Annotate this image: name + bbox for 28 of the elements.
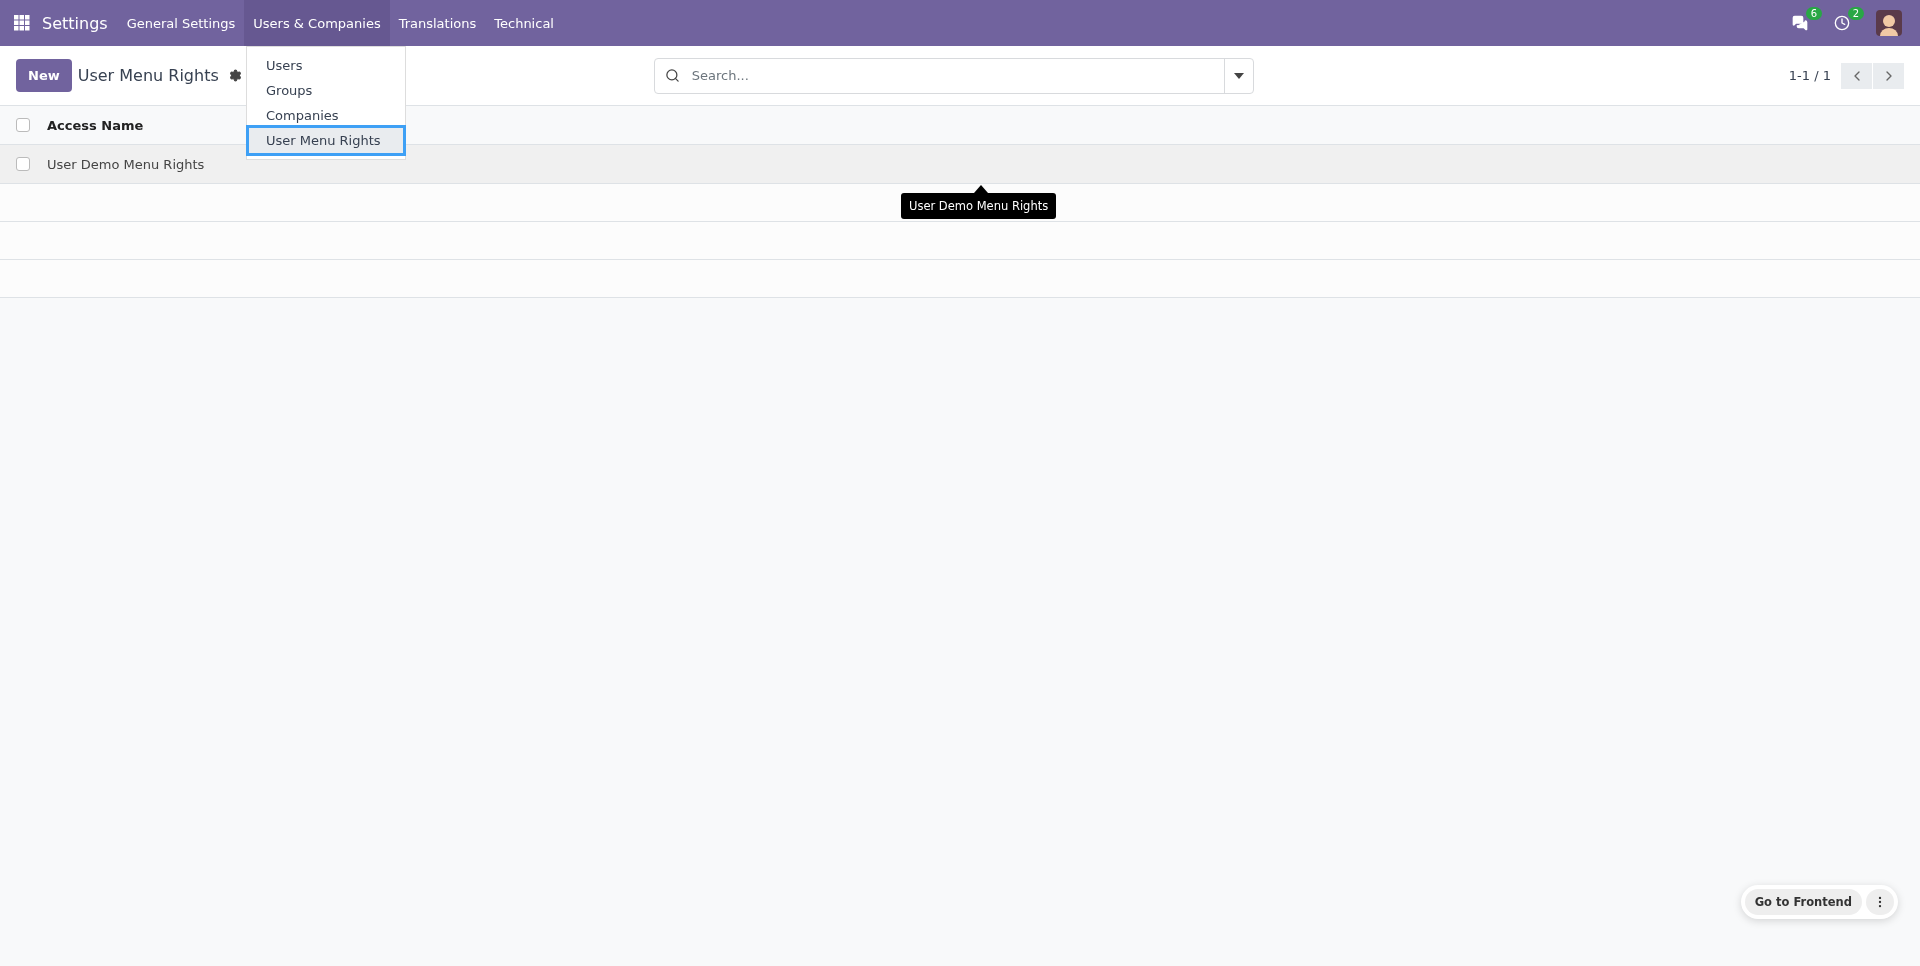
- menu-item[interactable]: Users: [249, 53, 403, 78]
- nav-menu-item[interactable]: Technical: [485, 0, 563, 46]
- count-badge: 2: [1847, 7, 1864, 20]
- count-badge: 6: [1805, 7, 1822, 20]
- select-all-checkbox[interactable]: [16, 118, 30, 132]
- page-title: User Menu Rights: [77, 66, 219, 85]
- menu-item[interactable]: User Menu Rights: [249, 128, 403, 153]
- chat-icon[interactable]: [1792, 15, 1808, 31]
- search-field[interactable]: Search...: [653, 57, 1254, 94]
- nav-menu-item[interactable]: Translations: [389, 0, 486, 46]
- nav-menu-item[interactable]: Users & Companies: [244, 0, 390, 46]
- caret-icon: [1233, 72, 1244, 79]
- settings-icon[interactable]: [228, 69, 242, 82]
- new-button[interactable]: New: [16, 59, 72, 92]
- go-to-frontend-button[interactable]: Go to Frontend: [1744, 889, 1862, 915]
- row-checkbox[interactable]: [16, 157, 30, 171]
- pager-value[interactable]: 1-1 / 1: [1788, 68, 1831, 83]
- clock-icon[interactable]: [1834, 15, 1850, 31]
- user-avatar[interactable]: [1876, 10, 1902, 36]
- menu-item[interactable]: Groups: [249, 78, 403, 103]
- tooltip-arrow-icon: [974, 185, 988, 193]
- column-header[interactable]: Access Name: [47, 117, 144, 133]
- table-cell: User Demo Menu Rights: [47, 156, 205, 172]
- nav-menu-item[interactable]: General Settings: [117, 0, 245, 46]
- apps-grid-icon[interactable]: [14, 15, 30, 31]
- search-icon: [664, 68, 680, 83]
- app-title[interactable]: Settings: [42, 13, 108, 33]
- menu-item[interactable]: Companies: [249, 103, 403, 128]
